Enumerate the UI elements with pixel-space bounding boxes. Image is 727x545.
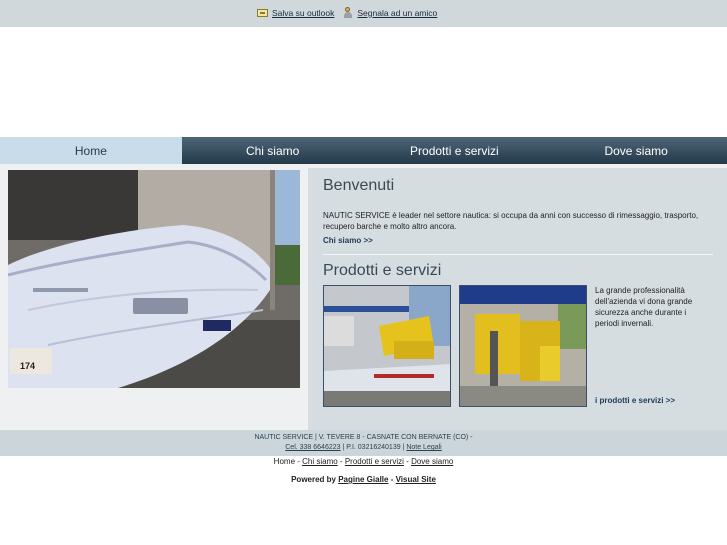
visual-site-link[interactable]: Visual Site xyxy=(396,475,436,484)
nav-dove-siamo[interactable]: Dove siamo xyxy=(545,137,727,164)
footer-address: NAUTIC SERVICE | V. TEVERE 8 - CASNATE C… xyxy=(254,434,473,441)
powered-prefix: Powered by xyxy=(291,475,339,484)
product-thumb-2[interactable] xyxy=(459,285,587,407)
chi-siamo-more-link[interactable]: Chi siamo >> xyxy=(323,236,373,245)
footer: NAUTIC SERVICE | V. TEVERE 8 - CASNATE C… xyxy=(0,430,727,456)
hero-boat-image: 174 xyxy=(8,170,300,388)
bottom-nav-dove-siamo[interactable]: Dove siamo xyxy=(411,457,453,466)
tell-a-friend-label: Segnala ad un amico xyxy=(357,7,438,18)
welcome-title: Benvenuti xyxy=(323,177,395,194)
top-links: Salva su outlook Segnala ad un amico xyxy=(257,7,437,18)
top-utility-bar: Salva su outlook Segnala ad un amico xyxy=(0,0,727,27)
footer-vat: | P.I. 03216240139 | xyxy=(340,444,407,451)
main-nav: Home Chi siamo Prodotti e servizi Dove s… xyxy=(0,137,727,164)
bottom-nav-home[interactable]: Home xyxy=(274,457,295,466)
footer-line-2: Cel. 338 6646223 | P.I. 03216240139 | No… xyxy=(0,444,727,451)
welcome-text: NAUTIC SERVICE è leader nel settore naut… xyxy=(323,211,699,231)
save-outlook-link[interactable]: Salva su outlook xyxy=(257,8,334,18)
main-content: 174 Benvenuti NAUTIC SERVICE è leader ne… xyxy=(0,164,727,430)
product-thumb-1[interactable] xyxy=(323,285,451,407)
bottom-nav-chi-siamo[interactable]: Chi siamo xyxy=(302,457,338,466)
right-panel: Benvenuti NAUTIC SERVICE è leader nel se… xyxy=(308,168,727,430)
nav-home[interactable]: Home xyxy=(0,137,182,164)
bottom-nav-prodotti[interactable]: Prodotti e servizi xyxy=(345,457,404,466)
section-divider xyxy=(323,254,713,255)
powered-by: Powered by Pagine Gialle - Visual Site xyxy=(0,475,727,484)
tell-a-friend-link[interactable]: Segnala ad un amico xyxy=(343,7,437,18)
prodotti-more-link[interactable]: i prodotti e servizi >> xyxy=(595,396,675,405)
products-text: La grande professionalità dell'azienda v… xyxy=(595,286,693,328)
save-outlook-label: Salva su outlook xyxy=(272,7,335,18)
friend-icon xyxy=(343,7,353,18)
bottom-nav-sep: - xyxy=(337,457,345,466)
products-title: Prodotti e servizi xyxy=(323,262,442,279)
footer-phone-link[interactable]: Cel. 338 6646223 xyxy=(285,444,340,451)
bottom-nav: Home - Chi siamo - Prodotti e servizi - … xyxy=(0,457,727,466)
outlook-icon xyxy=(257,8,268,17)
pagine-gialle-link[interactable]: Pagine Gialle xyxy=(338,475,388,484)
nav-chi-siamo[interactable]: Chi siamo xyxy=(182,137,364,164)
boat-photo: 174 xyxy=(8,170,300,388)
nav-prodotti-servizi[interactable]: Prodotti e servizi xyxy=(364,137,546,164)
powered-sep: - xyxy=(388,475,396,484)
footer-legal-link[interactable]: Note Legali xyxy=(406,444,441,451)
bottom-nav-sep: - xyxy=(403,457,412,466)
boat-tag-number: 174 xyxy=(20,361,35,371)
